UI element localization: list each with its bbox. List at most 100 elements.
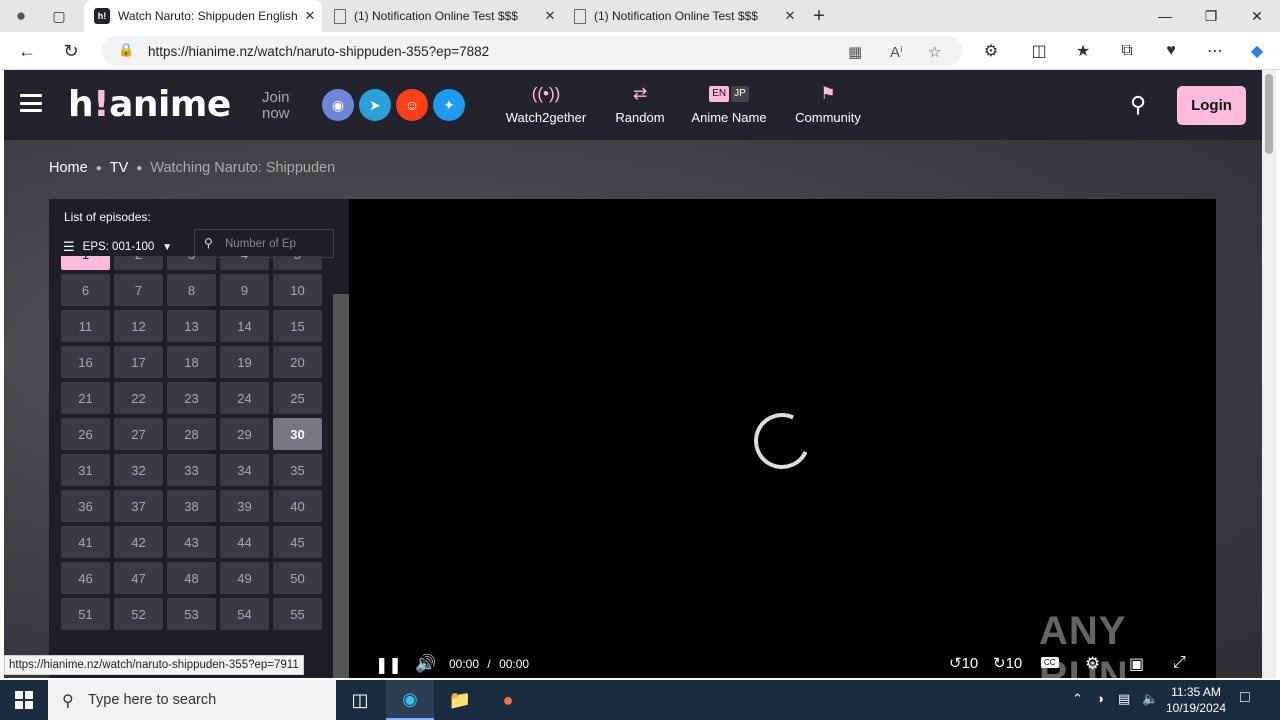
favorite-star-icon[interactable]: ☆ (928, 43, 941, 61)
task-view-icon[interactable]: ◫ (336, 680, 384, 720)
episode-15-button[interactable]: 15 (273, 310, 322, 342)
episode-25-button[interactable]: 25 (273, 382, 322, 414)
rewind-10-icon[interactable]: ↺10 (949, 654, 978, 672)
copilot-icon[interactable]: ◆ (1242, 36, 1272, 66)
edge-browser-icon[interactable]: ◉ (386, 680, 434, 720)
taskbar-search-box[interactable]: ⚲ Type here to search (48, 680, 336, 720)
minimize-icon[interactable]: — (1142, 0, 1188, 32)
close-tab-icon[interactable]: ✕ (538, 8, 562, 24)
nav-anime-name[interactable]: EN JP Anime Name (684, 84, 774, 125)
favorites-icon[interactable]: ★ (1068, 36, 1098, 66)
episode-50-button[interactable]: 50 (273, 562, 322, 594)
tab-notification-2[interactable]: (1) Notification Online Test $$$ ✕ (564, 0, 802, 32)
episode-20-button[interactable]: 20 (273, 346, 322, 378)
back-icon[interactable]: ← (12, 36, 42, 66)
episode-52-button[interactable]: 52 (114, 598, 163, 630)
read-aloud-icon[interactable]: Aⁱ (890, 43, 903, 61)
telegram-icon[interactable]: ➤ (359, 89, 391, 121)
episode-22-button[interactable]: 22 (114, 382, 163, 414)
nav-random[interactable]: ⇄ Random (608, 84, 672, 125)
episode-18-button[interactable]: 18 (167, 346, 216, 378)
extensions-icon[interactable]: ⚙ (976, 36, 1006, 66)
captions-icon[interactable]: CC (1041, 657, 1059, 668)
show-hidden-icons-icon[interactable]: ⌃ (1072, 691, 1083, 707)
app-available-icon[interactable]: ▦ (848, 43, 862, 61)
episode-1-button[interactable]: 1 (61, 256, 110, 270)
file-explorer-icon[interactable]: 📁 (436, 680, 484, 720)
twitter-icon[interactable]: ✦ (433, 89, 465, 121)
episode-47-button[interactable]: 47 (114, 562, 163, 594)
windows-start-icon[interactable] (0, 680, 48, 720)
nav-watch2gether[interactable]: ((•)) Watch2gether (498, 84, 594, 125)
tab-notification-1[interactable]: (1) Notification Online Test $$$ ✕ (324, 0, 562, 32)
episode-40-button[interactable]: 40 (273, 490, 322, 522)
episode-list-scrollbar[interactable] (333, 294, 349, 678)
page-scrollbar[interactable] (1262, 70, 1276, 678)
episode-21-button[interactable]: 21 (61, 382, 110, 414)
url-field[interactable]: 🔒 https://hianime.nz/watch/naruto-shippu… (102, 36, 962, 66)
episode-43-button[interactable]: 43 (167, 526, 216, 558)
episode-39-button[interactable]: 39 (220, 490, 269, 522)
episode-16-button[interactable]: 16 (61, 346, 110, 378)
episode-13-button[interactable]: 13 (167, 310, 216, 342)
speaker-icon[interactable]: 🔈 (1142, 691, 1158, 707)
episode-9-button[interactable]: 9 (220, 274, 269, 306)
episode-7-button[interactable]: 7 (114, 274, 163, 306)
tab-watch-naruto[interactable]: h! Watch Naruto: Shippuden English ✕ (84, 0, 322, 32)
lang-en-toggle[interactable]: EN (709, 86, 730, 102)
episode-6-button[interactable]: 6 (61, 274, 110, 306)
episode-2-button[interactable]: 2 (114, 256, 163, 270)
episode-14-button[interactable]: 14 (220, 310, 269, 342)
tab-actions-icon[interactable]: ▢ (44, 1, 74, 31)
episode-36-button[interactable]: 36 (61, 490, 110, 522)
episode-11-button[interactable]: 11 (61, 310, 110, 342)
episode-32-button[interactable]: 32 (114, 454, 163, 486)
episode-24-button[interactable]: 24 (220, 382, 269, 414)
episode-3-button[interactable]: 3 (167, 256, 216, 270)
new-tab-icon[interactable]: + (804, 1, 834, 31)
login-button[interactable]: Login (1177, 86, 1246, 125)
firefox-icon[interactable]: ● (484, 680, 532, 720)
site-logo[interactable]: h!anime (68, 84, 231, 125)
refresh-icon[interactable]: ↻ (56, 36, 86, 66)
restore-icon[interactable]: ❐ (1188, 0, 1234, 32)
episode-48-button[interactable]: 48 (167, 562, 216, 594)
nav-community[interactable]: ⚑ Community (788, 84, 868, 125)
episode-34-button[interactable]: 34 (220, 454, 269, 486)
episode-53-button[interactable]: 53 (167, 598, 216, 630)
episode-51-button[interactable]: 51 (61, 598, 110, 630)
search-icon[interactable]: ⚲ (1130, 92, 1146, 118)
volume-icon[interactable]: 🔊 (415, 654, 436, 674)
window-close-icon[interactable]: ✕ (1234, 0, 1280, 32)
security-icon[interactable]: ◑ (1096, 691, 1104, 706)
menu-icon[interactable] (20, 94, 42, 112)
reddit-icon[interactable]: ☺ (396, 89, 428, 121)
lang-jp-toggle[interactable]: JP (731, 86, 749, 102)
episode-45-button[interactable]: 45 (273, 526, 322, 558)
picture-in-picture-icon[interactable]: ▣ (1129, 654, 1144, 674)
taskbar-clock[interactable]: 11:35 AM 10/19/2024 (1164, 684, 1228, 716)
episode-10-button[interactable]: 10 (273, 274, 322, 306)
episode-8-button[interactable]: 8 (167, 274, 216, 306)
episode-30-button[interactable]: 30 (273, 418, 322, 450)
more-icon[interactable]: ⋯ (1200, 36, 1230, 66)
settings-icon[interactable]: ⚙ (1085, 654, 1100, 674)
episode-38-button[interactable]: 38 (167, 490, 216, 522)
split-screen-icon[interactable]: ◫ (1024, 36, 1054, 66)
episode-28-button[interactable]: 28 (167, 418, 216, 450)
page-scrollbar-thumb[interactable] (1265, 74, 1273, 154)
episode-26-button[interactable]: 26 (61, 418, 110, 450)
episode-46-button[interactable]: 46 (61, 562, 110, 594)
fullscreen-icon[interactable]: ⤢ (1173, 654, 1186, 672)
video-player[interactable]: ❚❚ 🔊 00:00 / 00:00 ANY RUN ↺10 ↻10 CC ⚙ … (349, 199, 1216, 678)
episode-4-button[interactable]: 4 (220, 256, 269, 270)
episode-37-button[interactable]: 37 (114, 490, 163, 522)
network-icon[interactable]: ▤ (1118, 691, 1130, 707)
episode-42-button[interactable]: 42 (114, 526, 163, 558)
episode-search-input[interactable]: ⚲ Number of Ep (194, 229, 334, 258)
close-tab-icon[interactable]: ✕ (778, 8, 802, 24)
episode-31-button[interactable]: 31 (61, 454, 110, 486)
episode-17-button[interactable]: 17 (114, 346, 163, 378)
notifications-icon[interactable]: □ (1240, 689, 1250, 707)
breadcrumb-tv[interactable]: TV (110, 160, 129, 176)
